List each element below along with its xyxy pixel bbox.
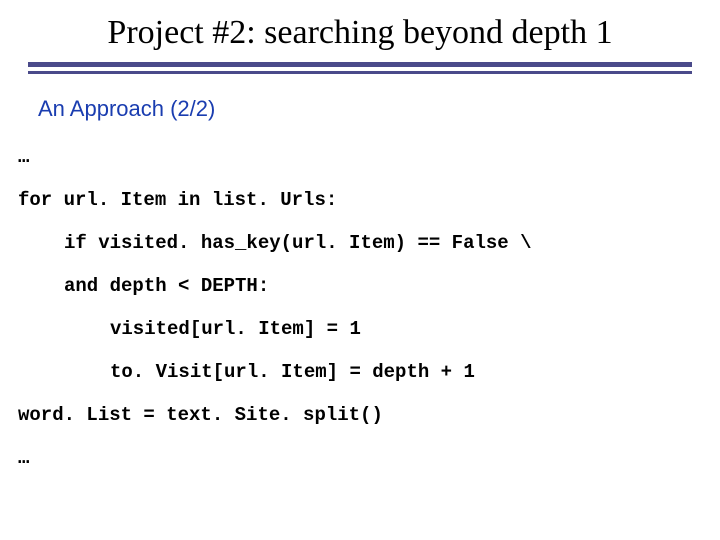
code-line: for url. Item in list. Urls: (18, 191, 720, 210)
code-line: to. Visit[url. Item] = depth + 1 (18, 363, 720, 382)
code-line: … (18, 449, 720, 468)
rule-thin (28, 71, 692, 74)
code-line: … (18, 148, 720, 167)
rule-thick (28, 62, 692, 67)
code-line: word. List = text. Site. split() (18, 406, 720, 425)
slide-title: Project #2: searching beyond depth 1 (0, 0, 720, 62)
code-line: if visited. has_key(url. Item) == False … (18, 234, 720, 253)
code-line: and depth < DEPTH: (18, 277, 720, 296)
code-block: … for url. Item in list. Urls: if visite… (18, 148, 720, 468)
code-line: visited[url. Item] = 1 (18, 320, 720, 339)
section-subtitle: An Approach (2/2) (38, 96, 720, 122)
title-underline (28, 62, 692, 74)
